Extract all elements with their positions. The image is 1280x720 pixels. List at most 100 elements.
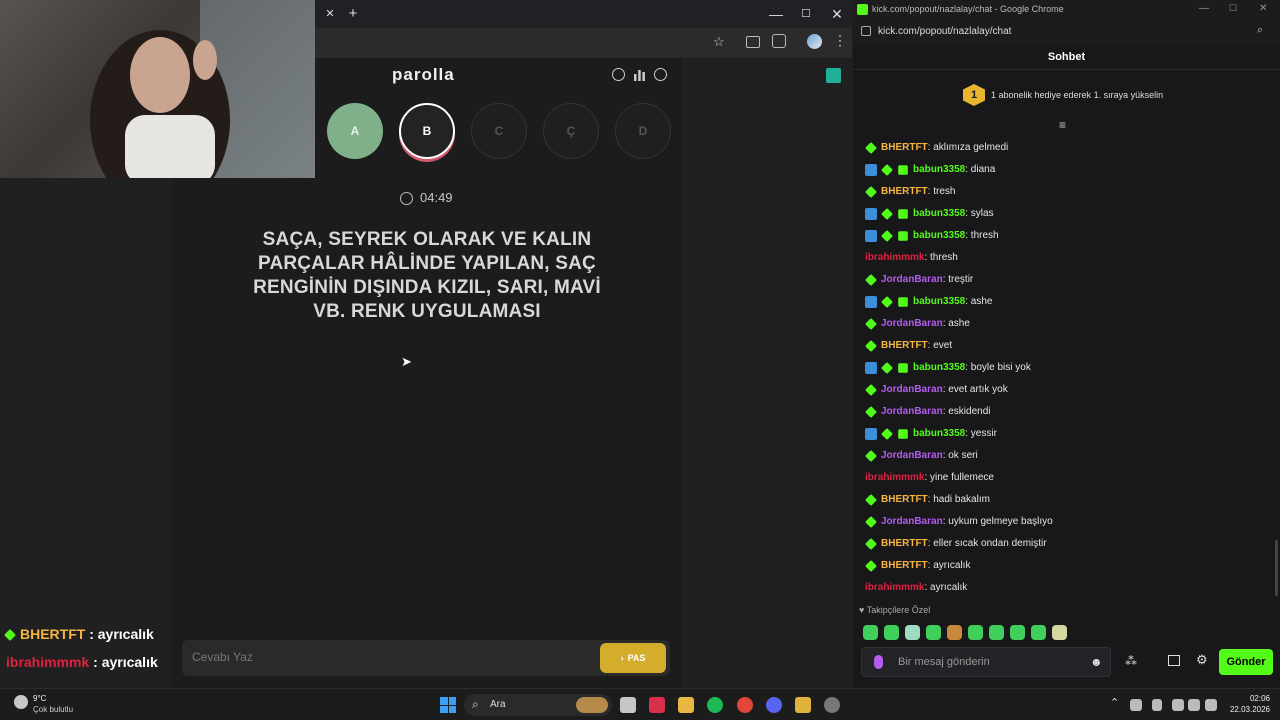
chat-username[interactable]: babun3358 [913, 357, 965, 379]
chat-maximize-button[interactable]: ☐ [1229, 3, 1237, 14]
verified-diamond-icon [865, 538, 877, 550]
chat-username[interactable]: babun3358 [913, 159, 965, 181]
chrome-icon[interactable] [737, 697, 753, 713]
settings-gear-icon[interactable]: ⚙ [1196, 652, 1208, 668]
clock-time[interactable]: 02:06 [1230, 694, 1270, 703]
chat-username[interactable]: JordanBaran [881, 269, 943, 291]
option-b[interactable]: B [399, 103, 455, 159]
emote-icon[interactable] [905, 625, 920, 640]
chat-message-input[interactable]: Bir mesaj gönderin [898, 656, 990, 668]
emote-icon[interactable] [989, 625, 1004, 640]
microphone-icon[interactable] [874, 655, 883, 669]
spotify-icon[interactable] [707, 697, 723, 713]
chat-username[interactable]: JordanBaran [881, 445, 943, 467]
account-icon[interactable] [654, 68, 667, 81]
extension-badge-icon[interactable] [826, 68, 841, 83]
windows-start-icon[interactable] [440, 697, 456, 713]
emote-icon[interactable] [1052, 625, 1067, 640]
chat-username[interactable]: babun3358 [913, 203, 965, 225]
bookmark-star-icon[interactable]: ☆ [713, 34, 725, 50]
app-pen-icon[interactable] [795, 697, 811, 713]
close-button[interactable]: ✕ [825, 2, 849, 26]
menu-kebab-icon[interactable]: ⋮ [833, 32, 847, 49]
chat-username[interactable]: BHERTFT [881, 137, 928, 159]
maximize-button[interactable]: ☐ [794, 2, 818, 26]
chat-minimize-button[interactable]: — [1199, 3, 1209, 14]
pass-button[interactable]: › PAS [600, 643, 666, 673]
site-info-icon[interactable] [861, 26, 871, 36]
chat-scrollbar[interactable] [1275, 540, 1278, 596]
verified-diamond-icon [881, 296, 893, 308]
taskbar-search-box[interactable]: ⌕ Ara [464, 694, 612, 716]
tray-mic-icon[interactable] [1152, 699, 1162, 711]
weather-temp[interactable]: 9°C [33, 694, 46, 703]
option-d[interactable]: D [615, 103, 671, 159]
chat-username[interactable]: BHERTFT [881, 335, 928, 357]
tray-steam-icon[interactable] [1130, 699, 1142, 711]
zoom-icon[interactable]: ⌕ [1257, 24, 1263, 37]
chat-message-text: : yine fullemece [924, 472, 994, 483]
emote-icon[interactable] [1010, 625, 1025, 640]
game-title: parolla [392, 65, 455, 84]
chat-username[interactable]: ibrahimmmk [865, 467, 924, 489]
store-icon[interactable] [1168, 655, 1180, 666]
chat-message-text: : sylas [965, 208, 994, 219]
chat-close-button[interactable]: ✕ [1259, 3, 1267, 14]
weather-description[interactable]: Çok bulutlu [33, 705, 73, 714]
file-explorer-icon[interactable] [678, 697, 694, 713]
verified-diamond-icon [865, 318, 877, 330]
chat-username[interactable]: JordanBaran [881, 313, 943, 335]
emote-icon[interactable] [863, 625, 878, 640]
obs-icon[interactable] [824, 697, 840, 713]
url-text[interactable]: kick.com/popout/nazlalay/chat [878, 26, 1011, 37]
stats-icon[interactable] [633, 68, 646, 81]
gift-promo-text[interactable]: 1 abonelik hediye ederek 1. sıraya yükse… [991, 90, 1163, 100]
chat-header-title: Sohbet [1047, 51, 1086, 63]
chat-username[interactable]: babun3358 [913, 225, 965, 247]
volume-icon[interactable] [1205, 699, 1217, 711]
chat-username[interactable]: ibrahimmmk [865, 247, 924, 269]
extensions-icon[interactable] [772, 34, 786, 48]
emote-icon[interactable] [968, 625, 983, 640]
search-icon: ⌕ [472, 697, 479, 711]
option-c[interactable]: C [471, 103, 527, 159]
windows-taskbar: 9°C Çok bulutlu ⌕ Ara ⌃ 02:06 22.03.2026 [0, 688, 1280, 720]
translate-icon[interactable] [746, 36, 760, 48]
chat-username[interactable]: JordanBaran [881, 511, 943, 533]
option-a[interactable]: A [327, 103, 383, 159]
answer-input[interactable]: Cevabı Yaz [192, 650, 253, 664]
chat-username[interactable]: BHERTFT [881, 489, 928, 511]
app-p-icon[interactable] [649, 697, 665, 713]
tray-chevron-up-icon[interactable]: ⌃ [1110, 696, 1119, 709]
moderator-badge-icon [865, 362, 877, 374]
emote-icon[interactable] [884, 625, 899, 640]
chat-username[interactable]: babun3358 [913, 423, 965, 445]
profile-avatar-icon[interactable] [807, 34, 822, 49]
emote-icon[interactable] [947, 625, 962, 640]
new-tab-button[interactable]: + [341, 2, 365, 26]
wifi-icon[interactable] [1188, 699, 1200, 711]
info-icon[interactable] [612, 68, 625, 81]
emote-icon[interactable] [1031, 625, 1046, 640]
emote-icon[interactable] [926, 625, 941, 640]
chat-username[interactable]: JordanBaran [881, 379, 943, 401]
discord-icon[interactable] [766, 697, 782, 713]
chat-username[interactable]: babun3358 [913, 291, 965, 313]
tab-close-icon[interactable]: ✕ [318, 2, 342, 26]
chat-username[interactable]: ibrahimmmk [865, 577, 924, 599]
minimize-button[interactable]: — [764, 2, 788, 26]
send-button[interactable]: Gönder [1219, 649, 1273, 675]
timer: 04:49 [420, 190, 453, 205]
emoji-picker-icon[interactable]: ☻ [1090, 655, 1103, 669]
tray-app-icon[interactable] [1172, 699, 1184, 711]
chat-username[interactable]: BHERTFT [881, 181, 928, 203]
task-view-icon[interactable] [620, 697, 636, 713]
community-icon[interactable]: ⁂ [1125, 654, 1137, 668]
chat-username[interactable]: BHERTFT [881, 533, 928, 555]
option-c-cedilla[interactable]: Ç [543, 103, 599, 159]
pinned-collapse-icon[interactable]: ≡ [1059, 118, 1066, 132]
chat-username[interactable]: BHERTFT [881, 555, 928, 577]
chat-username[interactable]: JordanBaran [881, 401, 943, 423]
clock-date[interactable]: 22.03.2026 [1222, 705, 1270, 714]
chat-message: babun3358: diana [865, 159, 995, 181]
